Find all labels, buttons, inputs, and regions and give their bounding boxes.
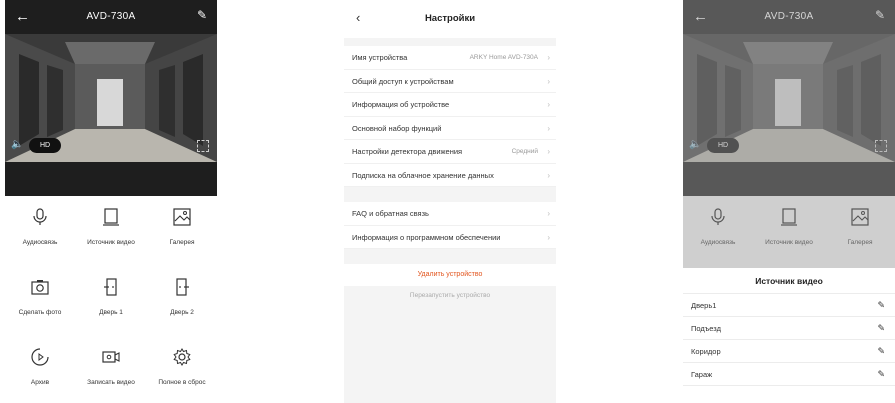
gallery-icon <box>851 208 869 226</box>
function-video-source[interactable]: Источник видео <box>754 208 824 246</box>
function-label: Аудиосвязь <box>22 239 58 246</box>
settings-row-software[interactable]: Информация о программном обеспечении › <box>344 226 556 249</box>
source-row-entrance[interactable]: Подъезд ✎ <box>683 317 895 340</box>
function-gallery[interactable]: Галерея <box>825 208 895 246</box>
microphone-icon <box>33 208 47 225</box>
gear-icon <box>173 348 191 366</box>
source-label: Гараж <box>691 370 713 379</box>
row-label: Информация о программном обеспечении <box>352 232 501 242</box>
chevron-right-icon: › <box>547 232 550 242</box>
row-value: Средний <box>511 148 538 155</box>
function-label: Аудиосвязь <box>700 239 736 246</box>
function-label: Дверь 2 <box>170 309 194 316</box>
speaker-icon[interactable]: 🔈 <box>11 139 25 151</box>
source-label: Дверь1 <box>691 301 717 310</box>
archive-icon <box>31 348 49 366</box>
main-screen: ← AVD-730A ✎ 🔈 HD Аудиосвязь Источник ви… <box>5 0 217 403</box>
row-value: ARKY Home AVD-730A <box>469 54 538 61</box>
function-label: Источник видео <box>765 239 813 246</box>
settings-row-motion-detector[interactable]: Настройки детектора движения Средний › <box>344 140 556 164</box>
function-grid-dimmed: Аудиосвязь Источник видео Галерея <box>683 196 895 268</box>
settings-title: Настройки <box>424 13 476 24</box>
function-label: Полное в сброс <box>158 379 206 386</box>
chevron-right-icon: › <box>547 170 550 180</box>
row-label: Информация об устройстве <box>352 100 450 109</box>
source-label: Коридор <box>691 347 721 356</box>
function-settings[interactable]: Полное в сброс <box>147 348 217 386</box>
row-label: Подписка на облачное хранение данных <box>352 170 494 180</box>
source-label: Подъезд <box>691 324 721 333</box>
row-label: Основной набор функций <box>352 123 442 133</box>
settings-screen: ‹ Настройки Имя устройства ARKY Home AVD… <box>344 0 556 403</box>
settings-group-main: Имя устройства ARKY Home AVD-730A › Общи… <box>344 46 556 187</box>
edit-icon[interactable]: ✎ <box>197 8 207 22</box>
settings-group-help: FAQ и обратная связь › Информация о прог… <box>344 202 556 249</box>
function-label: Архив <box>30 379 50 386</box>
settings-row-features[interactable]: Основной набор функций › <box>344 117 556 140</box>
chevron-right-icon: › <box>547 100 550 109</box>
record-video-icon <box>102 351 120 363</box>
function-label: Записать видео <box>87 379 135 386</box>
function-label: Галерея <box>847 239 873 246</box>
door-icon <box>104 278 117 296</box>
restart-device-button[interactable]: Перезапустить устройство <box>344 292 556 299</box>
video-source-icon <box>103 208 119 226</box>
gallery-icon <box>173 208 191 226</box>
video-feed[interactable]: 🔈 HD <box>5 34 217 162</box>
edit-pencil-icon[interactable]: ✎ <box>877 317 885 340</box>
source-row-garage[interactable]: Гараж ✎ <box>683 363 895 386</box>
sheet-title: Источник видео <box>683 268 895 294</box>
source-row-door1[interactable]: Дверь1 ✎ <box>683 294 895 317</box>
chevron-right-icon: › <box>547 123 550 133</box>
function-archive[interactable]: Архив <box>5 348 75 386</box>
function-label: Сделать фото <box>18 309 62 316</box>
chevron-right-icon: › <box>547 147 550 156</box>
dim-overlay[interactable] <box>683 0 895 196</box>
row-label: Имя устройства <box>352 53 408 62</box>
row-label: FAQ и обратная связь <box>352 209 429 218</box>
fullscreen-icon[interactable] <box>197 140 209 152</box>
row-label: Настройки детектора движения <box>352 147 463 156</box>
camera-icon <box>31 280 49 295</box>
function-snapshot[interactable]: Сделать фото <box>5 278 75 316</box>
function-audio[interactable]: Аудиосвязь <box>683 208 753 246</box>
function-label: Дверь 1 <box>99 309 123 316</box>
function-label: Источник видео <box>87 239 135 246</box>
settings-row-faq[interactable]: FAQ и обратная связь › <box>344 202 556 226</box>
function-label: Галерея <box>169 239 195 246</box>
function-record-video[interactable]: Записать видео <box>76 348 146 386</box>
edit-pencil-icon[interactable]: ✎ <box>877 294 885 317</box>
edit-pencil-icon[interactable]: ✎ <box>877 340 885 363</box>
video-footer <box>5 162 217 196</box>
settings-header: ‹ Настройки <box>344 0 556 38</box>
chevron-right-icon: › <box>547 209 550 218</box>
chevron-right-icon: › <box>547 53 550 62</box>
app-header: ← AVD-730A ✎ <box>5 0 217 34</box>
row-label: Общий доступ к устройствам <box>352 76 454 86</box>
function-gallery[interactable]: Галерея <box>147 208 217 246</box>
video-source-icon <box>781 208 797 226</box>
function-audio[interactable]: Аудиосвязь <box>5 208 75 246</box>
chevron-right-icon: › <box>547 76 550 86</box>
delete-device-button[interactable]: Удалить устройство <box>344 264 556 286</box>
settings-row-cloud[interactable]: Подписка на облачное хранение данных › <box>344 164 556 187</box>
function-door-2[interactable]: Дверь 2 <box>147 278 217 316</box>
hd-toggle[interactable]: HD <box>29 138 61 153</box>
function-video-source[interactable]: Источник видео <box>76 208 146 246</box>
settings-row-device-info[interactable]: Информация об устройстве › <box>344 93 556 117</box>
door-icon <box>176 278 189 296</box>
device-title: AVD-730A <box>86 11 136 22</box>
source-row-corridor[interactable]: Коридор ✎ <box>683 340 895 363</box>
video-source-sheet: Источник видео Дверь1 ✎ Подъезд ✎ Коридо… <box>683 268 895 403</box>
edit-pencil-icon[interactable]: ✎ <box>877 363 885 386</box>
microphone-icon <box>711 208 725 225</box>
settings-row-sharing[interactable]: Общий доступ к устройствам › <box>344 70 556 93</box>
video-source-screen: ← AVD-730A ✎ 🔈 HD Аудиосвязь Источник ви… <box>683 0 895 403</box>
function-door-1[interactable]: Дверь 1 <box>76 278 146 316</box>
settings-row-device-name[interactable]: Имя устройства ARKY Home AVD-730A › <box>344 46 556 70</box>
